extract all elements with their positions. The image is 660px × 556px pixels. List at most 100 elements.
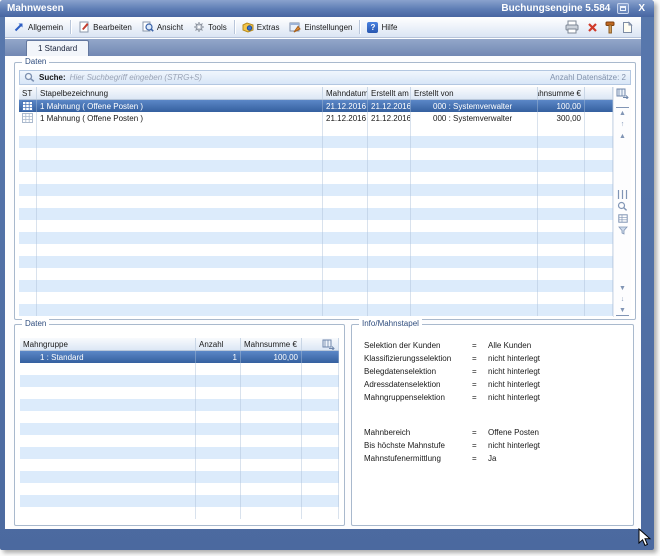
column-header-mahnsumme[interactable]: Mahnsumme € <box>241 338 302 350</box>
toolbar-item-tools[interactable]: Tools <box>188 19 232 35</box>
group-label: Daten <box>22 319 49 328</box>
empty-row[interactable] <box>20 447 339 459</box>
column-header-mahngruppe[interactable]: Mahngruppe <box>20 338 196 350</box>
toolbar-separator <box>234 20 235 34</box>
empty-row[interactable] <box>19 280 613 292</box>
toolbar-item-bearbeiten[interactable]: Bearbeiten <box>73 19 137 35</box>
empty-row[interactable] <box>20 459 339 471</box>
empty-row[interactable] <box>20 435 339 447</box>
empty-rows <box>19 124 613 316</box>
info-label: Mahngruppenselektion <box>364 393 472 402</box>
empty-row[interactable] <box>20 411 339 423</box>
print-dunning-icon[interactable]: M <box>564 20 580 34</box>
scroll-up-page-icon[interactable]: ↑ <box>616 119 629 130</box>
title-bar: Mahnwesen Buchungsengine 5.584 X <box>0 0 654 17</box>
scroll-down-icon[interactable]: ▼ <box>616 283 629 294</box>
empty-row[interactable] <box>19 124 613 136</box>
empty-row[interactable] <box>20 363 339 375</box>
tools-icon <box>193 21 205 33</box>
grid-sum-icon[interactable] <box>616 213 629 224</box>
info-separator: = <box>472 367 488 376</box>
window-restore-icon[interactable] <box>617 3 629 14</box>
cell-mahngruppe: 1 : Standard <box>20 351 196 363</box>
info-label: Selektion der Kunden <box>364 341 472 350</box>
info-value: nicht hinterlegt <box>488 354 540 363</box>
grid-filter-icon[interactable] <box>616 225 629 236</box>
search-input[interactable]: Suche: Hier Suchbegriff eingeben (STRG+S… <box>19 70 631 85</box>
cell-mahnsumme: 300,00 <box>538 112 585 124</box>
toolbar-item-extras[interactable]: Extras <box>237 19 285 35</box>
info-label: Mahnbereich <box>364 428 472 437</box>
scroll-to-top-icon[interactable]: ▲ <box>616 107 629 118</box>
column-header-st[interactable]: ST <box>19 87 37 99</box>
empty-row[interactable] <box>19 256 613 268</box>
column-header-mahndatum[interactable]: Mahndatum <box>323 87 368 99</box>
delete-icon[interactable] <box>587 22 598 33</box>
empty-row[interactable] <box>19 220 613 232</box>
new-document-icon[interactable] <box>622 21 633 34</box>
empty-row[interactable] <box>19 208 613 220</box>
toolbar-item-ansicht[interactable]: Ansicht <box>137 19 188 35</box>
empty-row[interactable] <box>19 244 613 256</box>
empty-row[interactable] <box>19 232 613 244</box>
table-row[interactable]: 1 : Standard 1 100,00 <box>20 351 339 363</box>
column-chooser-icon[interactable] <box>322 339 335 350</box>
column-header-anzahl[interactable]: Anzahl <box>196 338 241 350</box>
column-header-erstellt-von[interactable]: Erstellt von <box>411 87 538 99</box>
column-chooser-icon[interactable] <box>616 88 629 99</box>
empty-row[interactable] <box>20 495 339 507</box>
column-width-icon[interactable] <box>616 189 629 200</box>
empty-row[interactable] <box>19 172 613 184</box>
empty-row[interactable] <box>19 184 613 196</box>
cell-erstellt-am: 21.12.2016 <box>368 112 411 124</box>
empty-rows <box>20 363 339 519</box>
group-daten-mahngruppe: Daten Mahngruppe Anzahl Mahnsumme € 1 : … <box>14 324 345 526</box>
grid-search-icon[interactable] <box>616 201 629 212</box>
info-row: Mahngruppenselektion = nicht hinterlegt <box>364 391 627 404</box>
empty-row[interactable] <box>19 196 613 208</box>
info-row: Adressdatenselektion = nicht hinterlegt <box>364 378 627 391</box>
hammer-icon[interactable] <box>605 21 615 34</box>
empty-row[interactable] <box>19 268 613 280</box>
info-label: Klassifizierungsselektion <box>364 354 472 363</box>
table-row[interactable]: 1 Mahnung ( Offene Posten ) 21.12.2016 2… <box>19 112 613 124</box>
toolbar-item-einstellungen[interactable]: Einstellungen <box>284 19 357 35</box>
scroll-to-bottom-icon[interactable]: ▼ <box>616 305 629 316</box>
main-toolbar: Allgemein Bearbeiten Ansicht Tools <box>5 17 641 38</box>
table-row[interactable]: 1 Mahnung ( Offene Posten ) 21.12.2016 2… <box>19 100 613 112</box>
empty-row[interactable] <box>20 507 339 519</box>
toolbar-item-label: Allgemein <box>28 23 63 32</box>
empty-row[interactable] <box>20 423 339 435</box>
toolbar-item-hilfe[interactable]: Hilfe <box>362 20 402 35</box>
info-row: Belegdatenselektion = nicht hinterlegt <box>364 365 627 378</box>
column-header-erstellt-am[interactable]: Erstellt am <box>368 87 411 99</box>
close-button[interactable]: X <box>636 3 647 14</box>
cell-erstellt-von: 000 : Systemverwalter <box>411 112 538 124</box>
empty-row[interactable] <box>19 292 613 304</box>
empty-row[interactable] <box>19 136 613 148</box>
info-list: Selektion der Kunden = Alle Kunden Klass… <box>364 339 627 465</box>
window-title: Mahnwesen <box>7 3 64 14</box>
empty-row[interactable] <box>19 148 613 160</box>
empty-row[interactable] <box>20 399 339 411</box>
empty-row[interactable] <box>20 471 339 483</box>
empty-row[interactable] <box>20 375 339 387</box>
empty-row[interactable] <box>19 304 613 316</box>
tab-1-standard[interactable]: 1 Standard <box>26 40 89 56</box>
toolbar-item-allgemein[interactable]: Allgemein <box>8 19 68 35</box>
record-count: Anzahl Datensätze: 2 <box>550 73 626 82</box>
scroll-down-page-icon[interactable]: ↓ <box>616 294 629 305</box>
empty-row[interactable] <box>20 483 339 495</box>
column-header-mahnsumme[interactable]: Mahnsumme € <box>538 87 585 99</box>
info-row: Selektion der Kunden = Alle Kunden <box>364 339 627 352</box>
window-body: Allgemein Bearbeiten Ansicht Tools <box>5 17 641 529</box>
cell-anzahl: 1 <box>196 351 241 363</box>
info-spacer <box>364 404 627 426</box>
main-table-rows: 1 Mahnung ( Offene Posten ) 21.12.2016 2… <box>19 100 613 316</box>
scroll-up-icon[interactable]: ▲ <box>616 131 629 142</box>
empty-row[interactable] <box>20 387 339 399</box>
info-separator: = <box>472 380 488 389</box>
empty-row[interactable] <box>19 160 613 172</box>
help-icon <box>367 22 378 33</box>
column-header-stapelbezeichnung[interactable]: Stapelbezeichnung <box>37 87 323 99</box>
